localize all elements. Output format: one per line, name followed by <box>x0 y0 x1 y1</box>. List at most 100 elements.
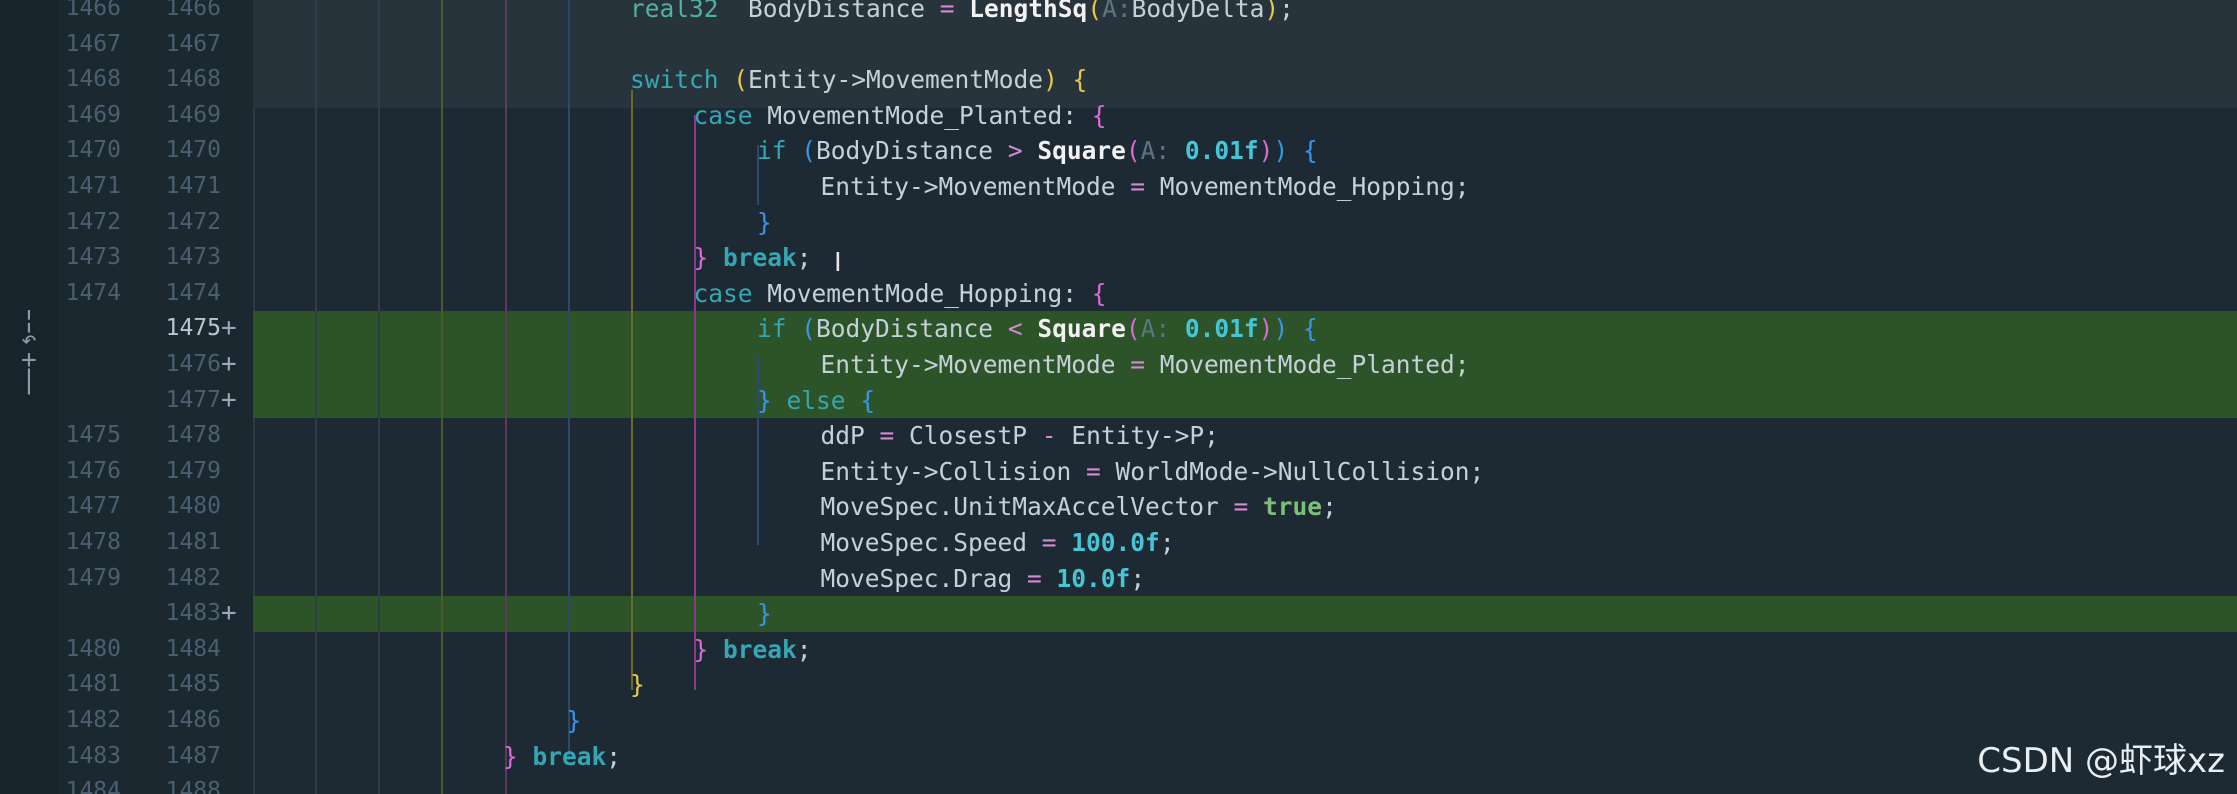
indent-guide <box>378 0 380 794</box>
code-token: ; <box>1322 492 1337 522</box>
code-token: real32 <box>630 0 719 23</box>
code-token: ) <box>1273 314 1289 344</box>
code-token: WorldMode->NullCollision; <box>1100 456 1485 486</box>
code-line[interactable]: 1480 1484} break; <box>0 632 2237 668</box>
indent-guide <box>631 90 633 690</box>
code-token: ) <box>1273 136 1289 166</box>
watermark: CSDN @虾球xz <box>1977 741 2225 781</box>
code-line[interactable]: 1484 1488 <box>0 774 2237 794</box>
code-token: - <box>1041 421 1057 451</box>
code-token: } <box>757 207 772 237</box>
indent-guide <box>694 115 696 690</box>
added-line[interactable]: 1476 + Entity->MovementMode = MovementMode… <box>0 347 2237 383</box>
code-text: } break; <box>694 632 812 668</box>
code-token: MovementMode_Hopping: <box>752 278 1092 308</box>
code-token: ; <box>796 634 812 664</box>
code-text: real32 BodyDistance = LengthSq(A:BodyDel… <box>630 0 1294 27</box>
code-token: else <box>786 385 846 415</box>
code-token: { <box>1091 278 1107 308</box>
code-token: ( <box>1087 0 1103 23</box>
code-token: ) <box>1258 136 1274 166</box>
code-token: Entity->Collision <box>820 456 1087 486</box>
code-line[interactable]: 1474 1474 case MovementMode_Hopping: { <box>0 276 2237 312</box>
added-line[interactable]: 1477 +} else { <box>0 382 2237 419</box>
new-line-number: 1468 <box>165 66 221 93</box>
code-token: } <box>630 670 645 700</box>
code-token: break <box>723 634 797 664</box>
added-line[interactable]: 1483 +} <box>0 596 2237 632</box>
code-line[interactable]: 1477 1480 MoveSpec.UnitMaxAccelVector = tr… <box>0 489 2237 525</box>
code-token: 10.0f <box>1056 563 1131 593</box>
code-text: } else { <box>757 383 875 419</box>
code-line[interactable]: 1467 1467 <box>0 27 2237 63</box>
code-token: BodyDistance <box>816 314 1008 344</box>
code-text: } <box>567 703 582 739</box>
code-text: Entity->MovementMode = MovementMode_Plan… <box>821 347 1470 383</box>
code-text: case MovementMode_Hopping: { <box>694 276 1107 312</box>
code-text: Entity->Collision = WorldMode->NullColli… <box>821 454 1485 490</box>
new-line-number: 1473 <box>165 244 221 271</box>
code-text: ddP = ClosestP - Entity->P; <box>821 418 1219 454</box>
code-line[interactable]: 1469 1469 case MovementMode_Planted: { <box>0 98 2237 134</box>
code-text: case MovementMode_Planted: { <box>694 98 1107 134</box>
code-token: switch <box>630 65 719 95</box>
code-line[interactable]: 1470 1470 if (BodyDistance > Square(A: 0.0… <box>0 133 2237 169</box>
code-token: BodyDelta <box>1131 0 1265 23</box>
code-line[interactable]: 1479 1482 MoveSpec.Drag = 10.0f; <box>0 561 2237 597</box>
code-line[interactable]: 1478 1481 MoveSpec.Speed = 100.0f; <box>0 525 2237 561</box>
code-token: 0.01f <box>1184 314 1259 344</box>
code-token: < <box>1007 314 1023 344</box>
code-token: A: <box>1140 136 1171 166</box>
code-token: { <box>1302 314 1318 344</box>
code-line[interactable]: 1481 1485} <box>0 667 2237 703</box>
code-token: Square <box>1037 314 1126 344</box>
code-token: 100.0f <box>1071 528 1160 557</box>
code-token: if <box>757 314 787 344</box>
code-line[interactable]: 1466 1466 real32 BodyDistance = LengthSq(A… <box>0 0 2237 27</box>
new-line-number: 1471 <box>165 173 221 199</box>
code-token: ; <box>1159 528 1175 557</box>
code-line[interactable]: 1482 1486} <box>0 703 2237 739</box>
code-token: ; <box>1130 563 1146 593</box>
diff-editor: 1466 1466 real32 BodyDistance = LengthSq(A… <box>0 0 2237 794</box>
new-line-number: 1479 <box>165 457 221 484</box>
code-line[interactable]: 1472 1472} <box>0 205 2237 241</box>
code-line[interactable]: 1476 1479 Entity->Collision = WorldMode->N… <box>0 454 2237 490</box>
code-token: ) <box>1258 314 1274 344</box>
code-line[interactable]: 1483 1487} break; <box>0 739 2237 775</box>
code-token: break <box>723 243 797 273</box>
new-line-number: 1467 <box>165 30 221 57</box>
new-line-number: 1470 <box>165 137 221 164</box>
code-token: } <box>757 599 772 629</box>
new-line-number: 1483 <box>165 600 221 627</box>
added-marker-icon: + <box>221 598 237 629</box>
new-line-number: 1466 <box>165 0 221 21</box>
indent-guide <box>568 0 570 760</box>
new-line-number: 1481 <box>165 529 221 555</box>
code-line[interactable]: 1471 1471 Entity->MovementMode = MovementM… <box>0 169 2237 205</box>
added-marker-icon: + <box>221 313 237 344</box>
code-line[interactable]: 1468 1468 switch (Entity->MovementMode) { <box>0 62 2237 98</box>
code-text: } <box>630 667 645 703</box>
code-token: LengthSq <box>954 0 1088 23</box>
new-line-number: 1487 <box>165 742 221 769</box>
code-token: { <box>1072 65 1088 95</box>
code-token: A: <box>1140 314 1171 344</box>
new-line-number: 1469 <box>165 101 221 128</box>
code-token: ClosestP <box>894 421 1042 451</box>
code-line[interactable]: 1475 1478 ddP = ClosestP - Entity->P; <box>0 418 2237 454</box>
code-token: case <box>693 100 753 130</box>
hunk-actions: ¦ ↶ + | <box>12 307 46 393</box>
code-token: = <box>1041 528 1057 557</box>
code-token: ; <box>1279 0 1294 23</box>
indent-guide <box>441 0 443 794</box>
code-line[interactable]: 1473 1473} break; <box>0 240 2237 276</box>
new-line-number: 1480 <box>165 493 221 520</box>
code-text: } break; <box>503 739 621 775</box>
remove-icon[interactable]: | <box>12 367 46 393</box>
code-token: ( <box>1125 314 1141 344</box>
added-line[interactable]: 1475 + if (BodyDistance < Square(A: 0.01f)… <box>0 311 2237 347</box>
